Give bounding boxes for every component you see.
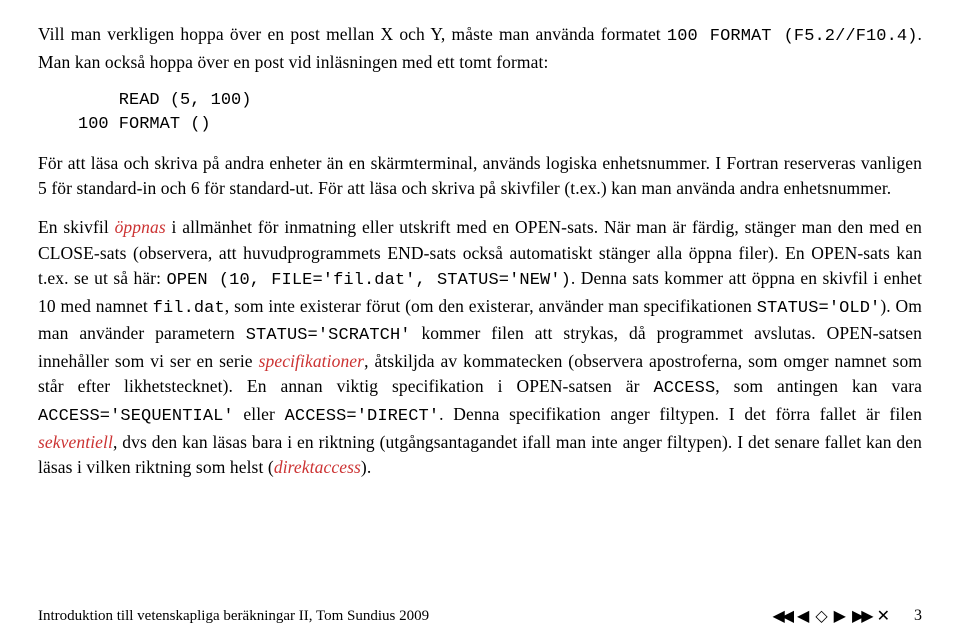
emphasis-term: öppnas [115, 217, 166, 237]
inline-code: STATUS='OLD' [757, 299, 881, 318]
code-block: READ (5, 100) 100 FORMAT () [78, 89, 922, 137]
inline-code: ACCESS='DIRECT' [285, 407, 440, 426]
nav-next-icon[interactable] [834, 606, 846, 626]
text-segment: . Denna specifikation anger filtypen. I … [439, 404, 922, 424]
nav-first-icon[interactable] [772, 606, 791, 626]
paragraph-3: En skivfil öppnas i allmänhet för inmatn… [38, 215, 922, 480]
text-segment: , som inte existerar förut (om den exist… [225, 296, 757, 316]
inline-code: ACCESS='SEQUENTIAL' [38, 407, 234, 426]
nav-last-icon[interactable] [852, 606, 871, 626]
inline-code: OPEN (10, FILE='fil.dat', STATUS='NEW') [166, 271, 570, 290]
nav-prev-icon[interactable] [797, 606, 809, 626]
text-segment: , dvs den kan läsas bara i en riktning (… [38, 432, 922, 477]
page-number: 3 [914, 607, 922, 625]
emphasis-term: sekventiell [38, 432, 113, 452]
text-segment: För att läsa och skriva på andra enheter… [38, 153, 922, 198]
text-segment: ). [361, 457, 371, 477]
paragraph-1: Vill man verkligen hoppa över en post me… [38, 22, 922, 75]
page-footer: Introduktion till vetenskapliga beräknin… [38, 606, 922, 626]
inline-code: 100 FORMAT (F5.2//F10.4) [667, 27, 918, 46]
footer-title: Introduktion till vetenskapliga beräknin… [38, 608, 429, 625]
nav-controls: 3 [772, 606, 922, 626]
emphasis-term: direktaccess [274, 457, 361, 477]
inline-code: ACCESS [653, 379, 715, 398]
text-segment: Vill man verkligen hoppa över en post me… [38, 24, 667, 44]
emphasis-term: specifikationer [259, 351, 365, 371]
nav-home-icon[interactable] [815, 606, 827, 626]
document-page: Vill man verkligen hoppa över en post me… [0, 0, 960, 640]
text-segment: eller [234, 404, 285, 424]
inline-code: STATUS='SCRATCH' [246, 326, 411, 345]
paragraph-2: För att läsa och skriva på andra enheter… [38, 151, 922, 202]
text-segment: , som antingen kan vara [715, 376, 922, 396]
text-segment: En skivfil [38, 217, 115, 237]
inline-code: fil.dat [153, 299, 225, 318]
nav-close-icon[interactable] [877, 606, 890, 626]
